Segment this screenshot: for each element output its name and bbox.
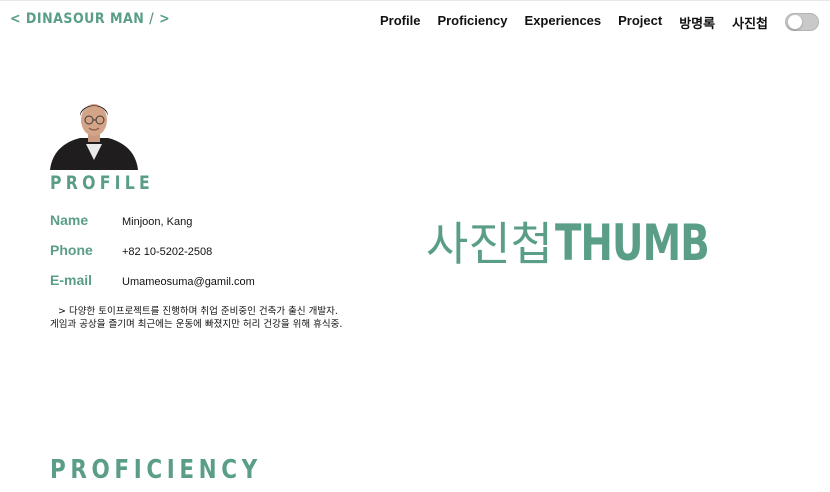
- profile-avatar: [50, 100, 138, 170]
- nav-link-guestbook[interactable]: 방명록: [679, 13, 715, 32]
- info-label: Phone: [50, 242, 93, 258]
- brand-logo[interactable]: < DINASOUR MAN / >: [10, 11, 170, 27]
- main-nav: Profile Proficiency Experiences Project …: [380, 13, 768, 32]
- bio-line: > 다양한 토이프로젝트를 진행하며 취업 준비중인 건축가 출신 개발자.: [58, 306, 338, 317]
- info-value: Umameosuma@gamil.com: [122, 276, 255, 288]
- toggle-knob: [788, 15, 802, 29]
- info-row-name: Name Minjoon, Kang: [50, 212, 192, 228]
- nav-link-profile[interactable]: Profile: [380, 13, 420, 32]
- profile-section-title: PROFILE: [50, 172, 154, 194]
- nav-link-proficiency[interactable]: Proficiency: [437, 13, 507, 32]
- hero-heading: 사진첩 THUMB: [426, 208, 734, 274]
- avatar-photo-image: [50, 104, 138, 170]
- nav-link-experiences[interactable]: Experiences: [525, 13, 602, 32]
- profile-bio: > 다양한 토이프로젝트를 진행하며 취업 준비중인 건축가 출신 개발자. 게…: [50, 305, 342, 331]
- info-row-email: E-mail Umameosuma@gamil.com: [50, 272, 255, 288]
- info-label: E-mail: [50, 272, 93, 288]
- bio-line: 게임과 공상을 즐기며 최근에는 운동에 빠졌지만 허리 건강을 위해 휴식중.: [50, 319, 343, 330]
- theme-toggle-switch[interactable]: [785, 13, 819, 31]
- top-navigation-bar: < DINASOUR MAN / > Profile Proficiency E…: [0, 0, 830, 42]
- hero-english-text: THUMB: [554, 214, 710, 272]
- nav-link-project[interactable]: Project: [618, 13, 662, 32]
- hero-korean-text: 사진첩: [426, 217, 553, 271]
- proficiency-section-title: PROFICIENCY: [50, 455, 262, 485]
- nav-link-gallery[interactable]: 사진첩: [732, 13, 768, 32]
- info-row-phone: Phone +82 10-5202-2508: [50, 242, 212, 258]
- info-label: Name: [50, 212, 89, 228]
- info-value: Minjoon, Kang: [122, 216, 193, 228]
- info-value: +82 10-5202-2508: [122, 246, 213, 258]
